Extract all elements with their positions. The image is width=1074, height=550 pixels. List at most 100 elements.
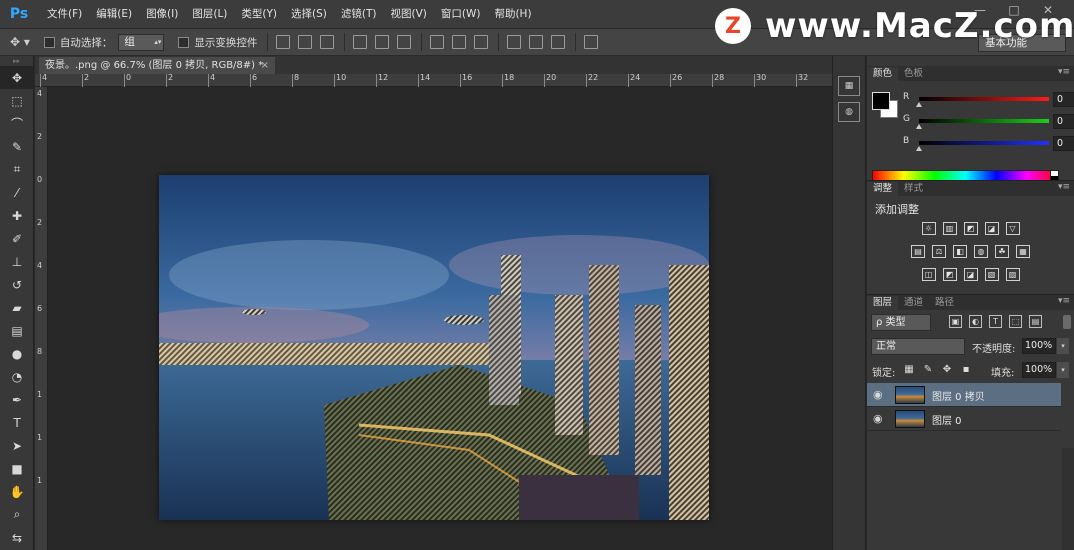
filter-smart-object-icon[interactable]: ▤ bbox=[1029, 315, 1042, 328]
menu-layer[interactable]: 图层(L) bbox=[185, 0, 234, 28]
menu-view[interactable]: 视图(V) bbox=[383, 0, 433, 28]
visibility-eye-icon[interactable]: ◉ bbox=[873, 412, 883, 425]
healing-brush-tool-icon[interactable]: ✚ bbox=[0, 204, 34, 227]
channel-mixer-icon[interactable]: ☘ bbox=[995, 245, 1009, 258]
filter-shape-icon[interactable]: ⬚ bbox=[1009, 315, 1022, 328]
canvas-area[interactable] bbox=[48, 87, 832, 550]
clone-stamp-tool-icon[interactable]: ⊥ bbox=[0, 250, 34, 273]
threshold-icon[interactable]: ◪ bbox=[963, 268, 978, 281]
fill-input[interactable]: 100% bbox=[1022, 362, 1056, 378]
channel-b-slider[interactable] bbox=[919, 141, 1049, 145]
eraser-tool-icon[interactable]: ▰ bbox=[0, 296, 34, 319]
align-hcenter-icon[interactable] bbox=[375, 35, 390, 49]
photo-filter-icon[interactable]: ◍ bbox=[974, 245, 988, 258]
tab-color[interactable]: 颜色 bbox=[867, 67, 899, 81]
distribute-right-icon[interactable] bbox=[551, 35, 566, 49]
panel-menu-icon[interactable]: ▾≡ bbox=[1058, 296, 1070, 306]
move-tool-preset-icon[interactable]: ✥ ▾ bbox=[10, 35, 30, 49]
menu-type[interactable]: 类型(Y) bbox=[234, 0, 284, 28]
tab-channels[interactable]: 通道 bbox=[898, 296, 929, 310]
quick-select-tool-icon[interactable]: ✎ bbox=[0, 135, 34, 158]
channel-r-input[interactable]: 0 bbox=[1053, 92, 1074, 107]
brightness-icon[interactable]: ☼ bbox=[921, 222, 936, 235]
distribute-left-icon[interactable] bbox=[507, 35, 522, 49]
eyedropper-tool-icon[interactable]: ⁄ bbox=[0, 181, 34, 204]
hue-saturation-icon[interactable]: ▤ bbox=[911, 245, 925, 258]
layer-row[interactable]: ◉ 图层 0 bbox=[867, 407, 1061, 431]
lock-position-icon[interactable]: ✥ bbox=[941, 364, 953, 376]
fill-dropdown-icon[interactable]: ▾ bbox=[1057, 362, 1069, 378]
layers-scrollbar[interactable] bbox=[1062, 448, 1074, 550]
menu-edit[interactable]: 编辑(E) bbox=[89, 0, 139, 28]
tab-adjustments[interactable]: 调整 bbox=[867, 182, 899, 196]
curves-icon[interactable]: ◩ bbox=[963, 222, 978, 235]
night-city-photo[interactable] bbox=[159, 175, 709, 520]
dodge-tool-icon[interactable]: ◔ bbox=[0, 365, 34, 388]
shape-tool-icon[interactable]: ■ bbox=[0, 457, 34, 480]
distribute-vcenter-icon[interactable] bbox=[452, 35, 467, 49]
menu-image[interactable]: 图像(I) bbox=[139, 0, 185, 28]
gradient-tool-icon[interactable]: ▤ bbox=[0, 319, 34, 342]
type-tool-icon[interactable]: T bbox=[0, 411, 34, 434]
auto-select-dropdown[interactable]: 组 bbox=[118, 33, 165, 51]
hand-tool-icon[interactable]: ✋ bbox=[0, 480, 34, 503]
menu-help[interactable]: 帮助(H) bbox=[487, 0, 538, 28]
invert-icon[interactable]: ◫ bbox=[921, 268, 936, 281]
marquee-tool-icon[interactable]: ⬚ bbox=[0, 89, 34, 112]
filter-adjustment-icon[interactable]: ◐ bbox=[969, 315, 982, 328]
distribute-top-icon[interactable] bbox=[430, 35, 445, 49]
layer-row[interactable]: ◉ 图层 0 拷贝 bbox=[867, 383, 1061, 407]
color-balance-icon[interactable]: ⚖ bbox=[932, 245, 946, 258]
menu-select[interactable]: 选择(S) bbox=[284, 0, 334, 28]
show-transform-checkbox[interactable] bbox=[178, 36, 190, 48]
properties-panel-icon[interactable]: ◍ bbox=[838, 102, 860, 122]
levels-icon[interactable]: ▥ bbox=[942, 222, 957, 235]
tab-layers[interactable]: 图层 bbox=[867, 296, 899, 310]
menu-window[interactable]: 窗口(W) bbox=[434, 0, 488, 28]
auto-align-icon[interactable] bbox=[584, 35, 599, 49]
move-tool-icon[interactable]: ✥ bbox=[0, 66, 34, 89]
lasso-tool-icon[interactable]: ⌒ bbox=[0, 112, 34, 135]
layer-filter-dropdown[interactable]: ρ 类型 bbox=[871, 314, 931, 331]
gradient-map-icon[interactable]: ▨ bbox=[1005, 268, 1020, 281]
pen-tool-icon[interactable]: ✒ bbox=[0, 388, 34, 411]
black-white-icon[interactable]: ◧ bbox=[953, 245, 967, 258]
swap-colors-icon[interactable]: ⇆ bbox=[0, 526, 34, 549]
path-select-tool-icon[interactable]: ➤ bbox=[0, 434, 34, 457]
crop-tool-icon[interactable]: ⌗ bbox=[0, 158, 34, 181]
lock-pixels-icon[interactable]: ✎ bbox=[922, 364, 934, 376]
align-vcenter-icon[interactable] bbox=[298, 35, 313, 49]
selective-color-icon[interactable]: ▧ bbox=[984, 268, 999, 281]
filter-toggle[interactable] bbox=[1063, 315, 1071, 329]
align-top-icon[interactable] bbox=[276, 35, 291, 49]
zoom-tool-icon[interactable]: ⌕ bbox=[0, 503, 34, 526]
blur-tool-icon[interactable]: ● bbox=[0, 342, 34, 365]
channel-r-thumb[interactable] bbox=[916, 102, 922, 107]
panel-grip[interactable]: ▸▸ bbox=[0, 56, 33, 66]
blend-mode-dropdown[interactable]: 正常 bbox=[871, 338, 965, 355]
menu-filter[interactable]: 滤镜(T) bbox=[334, 0, 384, 28]
channel-r-slider[interactable] bbox=[919, 97, 1049, 101]
menu-file[interactable]: 文件(F) bbox=[40, 0, 89, 28]
document-tab[interactable]: 夜景。.png @ 66.7% (图层 0 拷贝, RGB/8#) * × bbox=[39, 57, 275, 74]
channel-g-input[interactable]: 0 bbox=[1053, 114, 1074, 129]
color-lookup-icon[interactable]: ▦ bbox=[1016, 245, 1030, 258]
align-left-icon[interactable] bbox=[353, 35, 368, 49]
history-brush-tool-icon[interactable]: ↺ bbox=[0, 273, 34, 296]
lock-all-icon[interactable]: ▪ bbox=[960, 364, 972, 376]
visibility-eye-icon[interactable]: ◉ bbox=[873, 388, 883, 401]
opacity-input[interactable]: 100% bbox=[1022, 338, 1056, 354]
history-panel-icon[interactable]: ▦ bbox=[838, 76, 860, 96]
filter-pixel-icon[interactable]: ▣ bbox=[949, 315, 962, 328]
tab-paths[interactable]: 路径 bbox=[929, 296, 960, 310]
posterize-icon[interactable]: ◩ bbox=[942, 268, 957, 281]
lock-transparent-icon[interactable]: ▦ bbox=[903, 364, 915, 376]
foreground-color-swatch[interactable] bbox=[872, 92, 890, 110]
channel-g-thumb[interactable] bbox=[916, 124, 922, 129]
panel-menu-icon[interactable]: ▾≡ bbox=[1058, 67, 1070, 77]
align-bottom-icon[interactable] bbox=[320, 35, 335, 49]
exposure-icon[interactable]: ◪ bbox=[984, 222, 999, 235]
channel-g-slider[interactable] bbox=[919, 119, 1049, 123]
channel-b-thumb[interactable] bbox=[916, 146, 922, 151]
tab-styles[interactable]: 样式 bbox=[898, 182, 929, 196]
